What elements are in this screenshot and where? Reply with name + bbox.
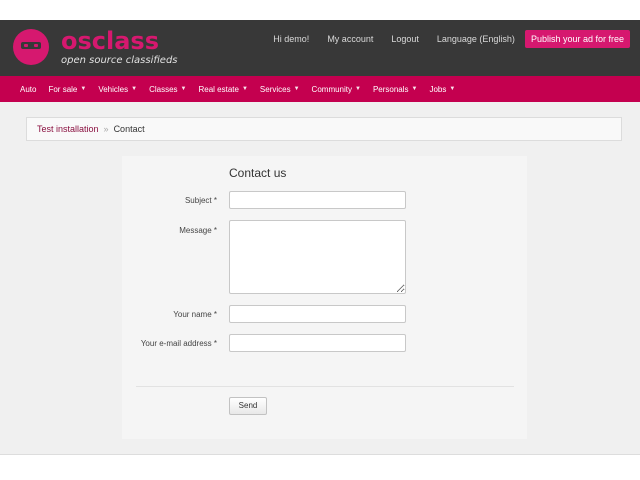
chevron-down-icon: ▼: [293, 86, 300, 92]
category-vehicles[interactable]: Vehicles ▼: [98, 85, 137, 94]
form-title: Contact us: [229, 166, 287, 180]
category-label: Vehicles: [98, 84, 129, 94]
message-textarea[interactable]: [229, 220, 406, 294]
category-auto[interactable]: Auto: [20, 85, 36, 94]
category-services[interactable]: Services ▼: [260, 85, 300, 94]
breadcrumb: Test installation » Contact: [26, 117, 622, 141]
breadcrumb-separator: »: [103, 124, 109, 134]
message-label: Message *: [179, 226, 217, 235]
chevron-down-icon: ▼: [355, 86, 361, 92]
top-strip: [0, 0, 640, 20]
category-label: Community: [311, 84, 352, 94]
site-logo[interactable]: osclass open source classifieds: [13, 29, 178, 67]
greeting-link[interactable]: Hi demo!: [273, 30, 309, 48]
email-label: Your e-mail address *: [140, 339, 217, 348]
language-selector[interactable]: Language (English): [437, 30, 515, 48]
category-jobs[interactable]: Jobs ▼: [429, 85, 455, 94]
user-nav: Hi demo! My account Logout Language (Eng…: [255, 30, 630, 48]
category-real-estate[interactable]: Real estate ▼: [198, 85, 247, 94]
footer: [0, 454, 640, 480]
chevron-down-icon: ▼: [180, 86, 187, 92]
category-label: Jobs: [429, 84, 447, 94]
category-label: Real estate: [198, 84, 239, 94]
subject-input[interactable]: [229, 191, 406, 209]
chevron-down-icon: ▼: [80, 86, 87, 92]
send-button[interactable]: Send: [229, 397, 267, 415]
logo-text: osclass open source classifieds: [61, 29, 178, 67]
contact-form: Contact us Subject * Message * Your name…: [122, 156, 527, 439]
category-label: Services: [259, 84, 291, 94]
publish-ad-button[interactable]: Publish your ad for free: [524, 30, 630, 48]
logo-tagline: open source classifieds: [61, 55, 178, 66]
chevron-down-icon: ▼: [241, 86, 248, 92]
category-label: Classes: [149, 84, 178, 94]
category-for-sale[interactable]: For sale ▼: [48, 85, 86, 94]
name-label: Your name *: [173, 310, 217, 319]
site-header: osclass open source classifieds Hi demo!…: [0, 20, 640, 76]
category-personals[interactable]: Personals ▼: [373, 85, 418, 94]
logout-link[interactable]: Logout: [391, 30, 419, 48]
category-label: Personals: [372, 84, 409, 94]
chevron-down-icon: ▼: [131, 86, 138, 92]
logo-mask-icon: [13, 29, 49, 65]
breadcrumb-home-link[interactable]: Test installation: [37, 124, 99, 134]
category-label: Auto: [20, 84, 37, 94]
category-community[interactable]: Community ▼: [312, 85, 361, 94]
my-account-link[interactable]: My account: [327, 30, 373, 48]
breadcrumb-current: Contact: [113, 124, 145, 134]
category-label: For sale: [48, 84, 78, 94]
chevron-down-icon: ▼: [449, 86, 456, 92]
category-nav: Auto For sale ▼ Vehicles ▼ Classes ▼ Rea…: [0, 76, 640, 102]
name-input[interactable]: [229, 305, 406, 323]
form-divider: [136, 386, 514, 387]
category-classes[interactable]: Classes ▼: [149, 85, 186, 94]
chevron-down-icon: ▼: [411, 86, 418, 92]
logo-wordmark: osclass: [61, 27, 159, 55]
subject-label: Subject *: [184, 196, 217, 205]
email-input[interactable]: [229, 334, 406, 352]
